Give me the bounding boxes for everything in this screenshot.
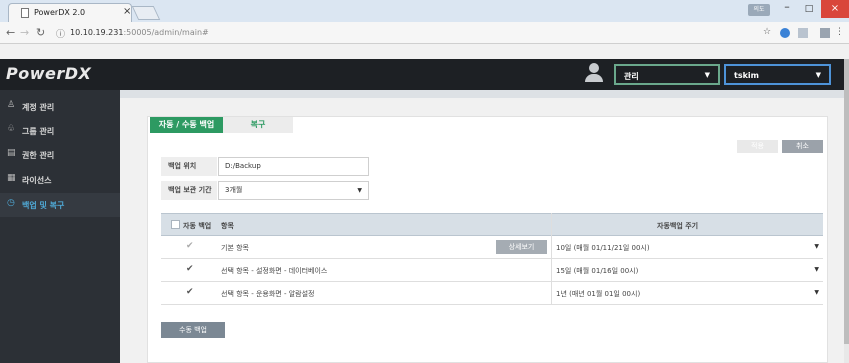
tab-close-icon[interactable]: × [123,6,131,17]
url-path: :50005/admin/main# [123,28,209,37]
extension-icon[interactable] [820,28,830,38]
column-backup-period: 자동백업 주기 [657,222,699,230]
row-item: 기본 항목 [221,244,249,252]
backup-location-label: 백업 위치 [161,157,217,176]
minimize-button[interactable]: – [777,0,797,18]
backup-panel: 자동 / 수동 백업 복구 적용 취소 백업 위치 D:/Backup 백업 보… [147,116,828,363]
sidebar-item-label: 라이선스 [22,176,52,185]
browser-tab-title: PowerDX 2.0 [34,8,86,17]
license-icon: ▦ [7,173,16,183]
table-row: ✔ 선택 항목 - 설정화면 - 데이터베이스 15일 (매월 01/16일 0… [161,259,823,282]
user-avatar-icon [583,62,605,84]
main-content: 자동 / 수동 백업 복구 적용 취소 백업 위치 D:/Backup 백업 보… [120,90,844,363]
user-select[interactable]: tskim ▼ [724,64,831,85]
sidebar-item-label: 백업 및 복구 [22,201,65,210]
new-tab-button[interactable] [131,6,161,20]
page-scrollbar[interactable] [844,59,849,363]
row-period-select[interactable]: 1년 (매년 01월 01일 00시) [556,289,640,299]
tab-auto-manual-backup[interactable]: 자동 / 수동 백업 [150,117,223,133]
row-checkbox[interactable]: ✔ [186,287,194,297]
table-row: ✔ 선택 항목 - 운용화면 - 알람설정 1년 (매년 01월 01일 00시… [161,282,823,305]
browser-tab[interactable]: PowerDX 2.0 × [8,3,132,22]
chevron-down-icon: ▼ [815,71,821,79]
row-period-select[interactable]: 15일 (매월 01/16일 00시) [556,266,638,276]
browser-profile-badge[interactable]: 의도 [748,4,770,16]
row-item: 선택 항목 - 설정화면 - 데이터베이스 [221,267,328,275]
row-checkbox: ✔ [186,241,194,251]
browser-tabstrip: PowerDX 2.0 × 의도 – □ × [0,0,849,22]
content-topbar [120,90,844,98]
clock-icon: ◷ [7,198,15,208]
close-window-button[interactable]: × [821,0,849,18]
sidebar-item-label: 그룹 관리 [22,127,55,136]
chevron-down-icon: ▼ [357,187,362,194]
tab-restore[interactable]: 복구 [223,117,293,133]
chevron-down-icon: ▼ [704,71,710,79]
column-auto-backup: 자동 백업 [183,222,212,230]
backup-location-input[interactable]: D:/Backup [218,157,369,176]
manage-select-value: 관리 [624,72,639,81]
row-item: 선택 항목 - 운용화면 - 알람설정 [221,290,315,298]
sidebar-item-groups[interactable]: ♧ 그룹 관리 [0,119,120,143]
url-field[interactable]: ⓘ 10.10.19.231:50005/admin/main# ☆ ⋮ [52,25,844,41]
permission-icon: ▤ [7,148,16,158]
backup-retention-value: 3개월 [225,186,243,194]
apply-button[interactable]: 적용 [737,140,778,153]
bookmark-star-icon[interactable]: ☆ [763,27,771,37]
sidebar-item-accounts[interactable]: ♙ 계정 관리 [0,95,120,119]
backup-retention-select[interactable]: 3개월 ▼ [218,181,369,200]
browser-menu-icon[interactable]: ⋮ [835,27,844,37]
back-icon[interactable]: ← [6,26,15,39]
sidebar-item-label: 권한 관리 [22,151,55,160]
user-select-value: tskim [734,71,759,80]
detail-button[interactable]: 상세보기 [496,240,547,254]
maximize-button[interactable]: □ [799,0,819,18]
chevron-down-icon: ▼ [814,266,819,273]
chevron-down-icon: ▼ [814,243,819,250]
app-header: PowerDX 관리 ▼ tskim ▼ [0,59,844,90]
table-row: ✔ 기본 항목 상세보기 10일 (매월 01/11/21일 00시) ▼ [161,236,823,259]
url-text: 10.10.19.231:50005/admin/main# [70,28,209,37]
sidebar: ♙ 계정 관리 ♧ 그룹 관리 ▤ 권한 관리 ▦ 라이선스 ◷ 백업 및 복구 [0,90,120,363]
info-icon[interactable]: ⓘ [56,27,65,40]
sidebar-item-permissions[interactable]: ▤ 권한 관리 [0,143,120,167]
sidebar-item-license[interactable]: ▦ 라이선스 [0,168,120,192]
manual-backup-button[interactable]: 수동 백업 [161,322,225,338]
page-icon [21,8,29,18]
sidebar-item-backup[interactable]: ◷ 백업 및 복구 [0,193,120,217]
group-icon: ♧ [7,124,16,134]
manage-select[interactable]: 관리 ▼ [614,64,720,85]
column-item: 항목 [221,222,234,230]
backup-retention-label: 백업 보관 기간 [161,181,217,200]
url-host: 10.10.19.231 [70,28,124,37]
extension-icon[interactable] [780,28,790,38]
table-header: 자동 백업 항목 자동백업 주기 [161,213,823,236]
row-period-select[interactable]: 10일 (매월 01/11/21일 00시) [556,243,650,253]
forward-icon[interactable]: → [20,26,29,39]
chevron-down-icon: ▼ [814,289,819,296]
app-logo: PowerDX [6,64,92,83]
extension-icon[interactable] [798,28,808,38]
cancel-button[interactable]: 취소 [782,140,823,153]
user-icon: ♙ [7,100,16,110]
select-all-checkbox[interactable] [171,220,180,229]
backup-location-value: D:/Backup [225,162,261,170]
reload-icon[interactable]: ↻ [36,26,45,39]
address-bar: ← → ↻ ⓘ 10.10.19.231:50005/admin/main# ☆… [0,22,849,44]
row-checkbox[interactable]: ✔ [186,264,194,274]
sidebar-item-label: 계정 관리 [22,103,55,112]
scrollbar-thumb[interactable] [844,59,849,344]
